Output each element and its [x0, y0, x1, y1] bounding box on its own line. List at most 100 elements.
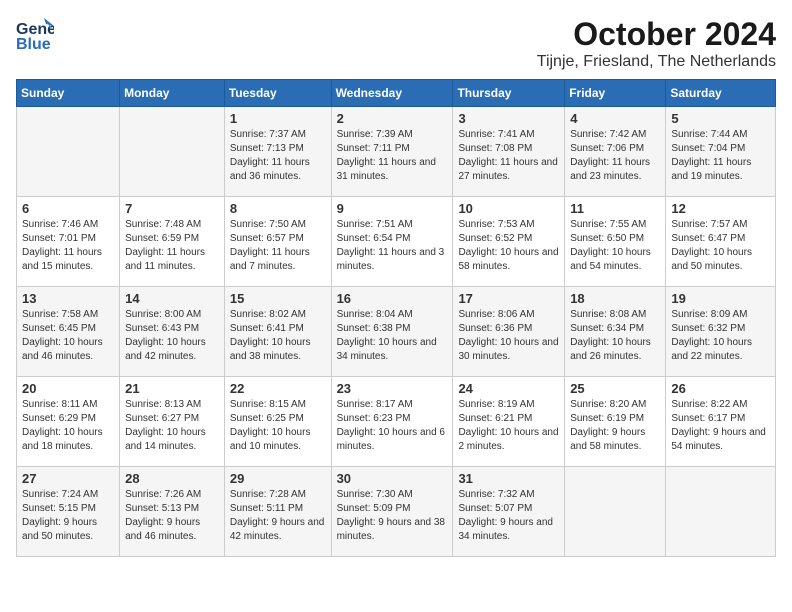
calendar-cell: 24Sunrise: 8:19 AM Sunset: 6:21 PM Dayli…: [453, 377, 565, 467]
calendar-cell: 12 Sunrise: 7:57 AM Sunset: 6:47 PM Dayli…: [666, 197, 776, 287]
calendar-cell: 1 Sunrise: 7:37 AM Sunset: 7:13 PM Daylig…: [224, 107, 331, 197]
day-header-monday: Monday: [120, 80, 225, 107]
day-content: Sunrise: 8:04 AM Sunset: 6:38 PM Dayligh…: [337, 308, 448, 364]
day-content: Sunrise: 7:44 AM Sunset: 7:04 PM Dayligh…: [671, 128, 770, 184]
day-number: 28: [125, 471, 219, 486]
day-content: Sunrise: 8:11 AM Sunset: 6:29 PM Dayligh…: [22, 398, 114, 454]
calendar-cell: 9Sunrise: 7:51 AM Sunset: 6:54 PM Daylig…: [331, 197, 453, 287]
day-number: 31: [458, 471, 559, 486]
day-content: Sunrise: 7:37 AM Sunset: 7:13 PM Dayligh…: [230, 128, 326, 184]
logo-icon: General Blue: [16, 16, 54, 52]
calendar-cell: 6Sunrise: 7:46 AM Sunset: 7:01 PM Daylig…: [17, 197, 120, 287]
calendar-cell: 13 Sunrise: 7:58 AM Sunset: 6:45 PM Dayli…: [17, 287, 120, 377]
day-content: Sunrise: 8:09 AM Sunset: 6:32 PM Dayligh…: [671, 308, 770, 364]
day-header-tuesday: Tuesday: [224, 80, 331, 107]
calendar-cell: 19 Sunrise: 8:09 AM Sunset: 6:32 PM Dayli…: [666, 287, 776, 377]
day-number: 16: [337, 291, 448, 306]
day-number: 17: [458, 291, 559, 306]
day-number: 7: [125, 201, 219, 216]
day-number: 10: [458, 201, 559, 216]
day-content: Sunrise: 7:46 AM Sunset: 7:01 PM Dayligh…: [22, 218, 114, 274]
day-content: Sunrise: 8:00 AM Sunset: 6:43 PM Dayligh…: [125, 308, 219, 364]
day-number: 26: [671, 381, 770, 396]
calendar-cell: 2Sunrise: 7:39 AM Sunset: 7:11 PM Daylig…: [331, 107, 453, 197]
day-number: 3: [458, 111, 559, 126]
calendar-cell: 14 Sunrise: 8:00 AM Sunset: 6:43 PM Dayli…: [120, 287, 225, 377]
day-number: 25: [570, 381, 660, 396]
calendar-cell: 15 Sunrise: 8:02 AM Sunset: 6:41 PM Dayli…: [224, 287, 331, 377]
calendar-week-4: 20 Sunrise: 8:11 AM Sunset: 6:29 PM Dayli…: [17, 377, 776, 467]
day-header-thursday: Thursday: [453, 80, 565, 107]
calendar-cell: 10Sunrise: 7:53 AM Sunset: 6:52 PM Dayli…: [453, 197, 565, 287]
day-content: Sunrise: 7:32 AM Sunset: 5:07 PM Dayligh…: [458, 488, 559, 544]
header-row: SundayMondayTuesdayWednesdayThursdayFrid…: [17, 80, 776, 107]
day-content: Sunrise: 7:57 AM Sunset: 6:47 PM Dayligh…: [671, 218, 770, 274]
day-content: Sunrise: 8:19 AM Sunset: 6:21 PM Dayligh…: [458, 398, 559, 454]
calendar-cell: 7 Sunrise: 7:48 AM Sunset: 6:59 PM Daylig…: [120, 197, 225, 287]
day-number: 12: [671, 201, 770, 216]
calendar-week-1: 1 Sunrise: 7:37 AM Sunset: 7:13 PM Daylig…: [17, 107, 776, 197]
calendar-cell: 22Sunrise: 8:15 AM Sunset: 6:25 PM Dayli…: [224, 377, 331, 467]
day-number: 9: [337, 201, 448, 216]
day-number: 1: [230, 111, 326, 126]
page-title: October 2024: [537, 16, 776, 53]
calendar-cell: [120, 107, 225, 197]
day-number: 20: [22, 381, 114, 396]
svg-text:Blue: Blue: [16, 36, 51, 52]
day-content: Sunrise: 7:24 AM Sunset: 5:15 PM Dayligh…: [22, 488, 114, 544]
logo: General Blue: [16, 16, 54, 57]
calendar-cell: 5Sunrise: 7:44 AM Sunset: 7:04 PM Daylig…: [666, 107, 776, 197]
calendar-cell: 31 Sunrise: 7:32 AM Sunset: 5:07 PM Dayli…: [453, 467, 565, 557]
calendar-cell: 16 Sunrise: 8:04 AM Sunset: 6:38 PM Dayli…: [331, 287, 453, 377]
day-number: 14: [125, 291, 219, 306]
calendar-cell: 28Sunrise: 7:26 AM Sunset: 5:13 PM Dayli…: [120, 467, 225, 557]
calendar-cell: 11Sunrise: 7:55 AM Sunset: 6:50 PM Dayli…: [565, 197, 666, 287]
calendar-cell: 30Sunrise: 7:30 AM Sunset: 5:09 PM Dayli…: [331, 467, 453, 557]
day-content: Sunrise: 7:39 AM Sunset: 7:11 PM Dayligh…: [337, 128, 448, 184]
day-content: Sunrise: 7:30 AM Sunset: 5:09 PM Dayligh…: [337, 488, 448, 544]
day-number: 13: [22, 291, 114, 306]
day-header-wednesday: Wednesday: [331, 80, 453, 107]
calendar-cell: 23 Sunrise: 8:17 AM Sunset: 6:23 PM Dayli…: [331, 377, 453, 467]
day-number: 19: [671, 291, 770, 306]
day-content: Sunrise: 7:41 AM Sunset: 7:08 PM Dayligh…: [458, 128, 559, 184]
day-content: Sunrise: 8:17 AM Sunset: 6:23 PM Dayligh…: [337, 398, 448, 454]
day-content: Sunrise: 8:06 AM Sunset: 6:36 PM Dayligh…: [458, 308, 559, 364]
day-content: Sunrise: 7:58 AM Sunset: 6:45 PM Dayligh…: [22, 308, 114, 364]
day-content: Sunrise: 7:48 AM Sunset: 6:59 PM Dayligh…: [125, 218, 219, 274]
calendar-week-2: 6Sunrise: 7:46 AM Sunset: 7:01 PM Daylig…: [17, 197, 776, 287]
calendar-cell: [565, 467, 666, 557]
day-content: Sunrise: 8:20 AM Sunset: 6:19 PM Dayligh…: [570, 398, 660, 454]
day-content: Sunrise: 7:50 AM Sunset: 6:57 PM Dayligh…: [230, 218, 326, 274]
calendar-cell: 20 Sunrise: 8:11 AM Sunset: 6:29 PM Dayli…: [17, 377, 120, 467]
day-number: 15: [230, 291, 326, 306]
calendar-cell: 3 Sunrise: 7:41 AM Sunset: 7:08 PM Daylig…: [453, 107, 565, 197]
title-area: October 2024 Tijnje, Friesland, The Neth…: [537, 16, 776, 71]
day-content: Sunrise: 8:13 AM Sunset: 6:27 PM Dayligh…: [125, 398, 219, 454]
calendar-cell: 25 Sunrise: 8:20 AM Sunset: 6:19 PM Dayli…: [565, 377, 666, 467]
day-content: Sunrise: 7:28 AM Sunset: 5:11 PM Dayligh…: [230, 488, 326, 544]
calendar-cell: 26 Sunrise: 8:22 AM Sunset: 6:17 PM Dayli…: [666, 377, 776, 467]
calendar-week-3: 13 Sunrise: 7:58 AM Sunset: 6:45 PM Dayli…: [17, 287, 776, 377]
calendar-cell: [17, 107, 120, 197]
day-content: Sunrise: 7:42 AM Sunset: 7:06 PM Dayligh…: [570, 128, 660, 184]
calendar-cell: 17 Sunrise: 8:06 AM Sunset: 6:36 PM Dayli…: [453, 287, 565, 377]
calendar-cell: 8Sunrise: 7:50 AM Sunset: 6:57 PM Daylig…: [224, 197, 331, 287]
day-content: Sunrise: 7:55 AM Sunset: 6:50 PM Dayligh…: [570, 218, 660, 274]
header: General Blue October 2024 Tijnje, Friesl…: [16, 16, 776, 71]
calendar-cell: 4Sunrise: 7:42 AM Sunset: 7:06 PM Daylig…: [565, 107, 666, 197]
day-content: Sunrise: 8:08 AM Sunset: 6:34 PM Dayligh…: [570, 308, 660, 364]
calendar-cell: 21Sunrise: 8:13 AM Sunset: 6:27 PM Dayli…: [120, 377, 225, 467]
calendar-cell: [666, 467, 776, 557]
day-number: 29: [230, 471, 326, 486]
day-number: 23: [337, 381, 448, 396]
calendar-week-5: 27 Sunrise: 7:24 AM Sunset: 5:15 PM Dayli…: [17, 467, 776, 557]
calendar-cell: 18 Sunrise: 8:08 AM Sunset: 6:34 PM Dayli…: [565, 287, 666, 377]
day-header-saturday: Saturday: [666, 80, 776, 107]
calendar-table: SundayMondayTuesdayWednesdayThursdayFrid…: [16, 79, 776, 557]
day-content: Sunrise: 8:02 AM Sunset: 6:41 PM Dayligh…: [230, 308, 326, 364]
day-header-sunday: Sunday: [17, 80, 120, 107]
day-number: 27: [22, 471, 114, 486]
day-content: Sunrise: 8:22 AM Sunset: 6:17 PM Dayligh…: [671, 398, 770, 454]
day-number: 18: [570, 291, 660, 306]
